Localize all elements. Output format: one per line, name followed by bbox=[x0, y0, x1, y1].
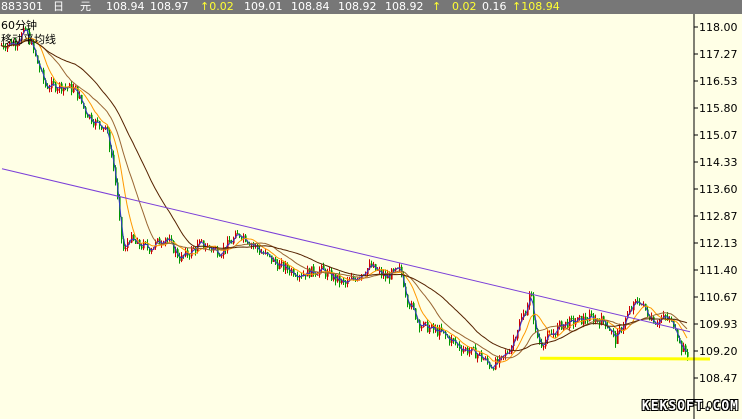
y-tick-label: 108.47 bbox=[699, 372, 738, 385]
candle-body bbox=[581, 315, 583, 325]
candle-body bbox=[237, 233, 239, 235]
candle-body bbox=[189, 255, 191, 257]
y-tick-label: 110.67 bbox=[699, 291, 738, 304]
watermark-logo: KEKSOFT.COM bbox=[641, 399, 739, 414]
candle-body bbox=[591, 313, 593, 316]
candle-body bbox=[283, 261, 285, 271]
y-tick-label: 111.40 bbox=[699, 264, 738, 277]
y-tick-label: 109.93 bbox=[699, 318, 738, 331]
timeframe-label: 60分钟 bbox=[1, 19, 37, 32]
y-tick-label: 118.00 bbox=[699, 21, 738, 34]
candle-body bbox=[231, 242, 233, 244]
candle-body bbox=[125, 248, 127, 250]
y-tick-label: 117.27 bbox=[699, 48, 738, 61]
candle-body bbox=[141, 246, 143, 249]
y-tick-label: 115.07 bbox=[699, 129, 738, 142]
candle-body bbox=[49, 88, 51, 90]
candle-body bbox=[579, 315, 581, 318]
candle-body bbox=[483, 359, 485, 361]
candle-body bbox=[421, 326, 423, 329]
candle-body bbox=[617, 330, 619, 344]
candle-body bbox=[5, 47, 7, 49]
y-tick-label: 114.33 bbox=[699, 156, 738, 169]
candle-body bbox=[565, 321, 567, 325]
price-chart: 118.00 117.27 116.53 115.80 115.07 114.33 113.… bbox=[0, 14, 742, 419]
candle-body bbox=[453, 338, 455, 341]
candle-body bbox=[53, 81, 55, 84]
y-tick-label: 116.53 bbox=[699, 75, 738, 88]
candle-body bbox=[665, 315, 667, 317]
candle-body bbox=[469, 351, 471, 354]
candle-body bbox=[465, 347, 467, 350]
y-tick-label: 112.13 bbox=[699, 237, 738, 250]
candle-body bbox=[571, 317, 573, 319]
indicator-label: 移动平均线 bbox=[1, 33, 56, 46]
candle-body bbox=[559, 321, 561, 326]
candle-body bbox=[543, 346, 545, 348]
candle-body bbox=[279, 263, 281, 270]
y-tick-label: 113.60 bbox=[699, 183, 738, 196]
candle-body bbox=[587, 320, 589, 322]
chart-info: 60分钟 移动平均线 bbox=[1, 19, 56, 47]
candle-body bbox=[57, 88, 59, 91]
chart-root: 883301 日 元 108.94 108.97 ↑0.02 109.01 10… bbox=[0, 0, 742, 419]
y-tick-label: 112.87 bbox=[699, 210, 738, 223]
candle-body bbox=[97, 120, 99, 122]
candle-body bbox=[615, 332, 617, 344]
candle-body bbox=[479, 352, 481, 355]
support-line bbox=[539, 356, 711, 361]
y-tick-label: 115.80 bbox=[699, 102, 738, 115]
candle-body bbox=[131, 234, 133, 243]
candle-body bbox=[219, 255, 221, 257]
candle-body bbox=[425, 322, 427, 324]
candle-body bbox=[687, 352, 689, 357]
candle-body bbox=[437, 327, 439, 336]
y-tick-label: 109.20 bbox=[699, 345, 738, 358]
candle-body bbox=[281, 261, 283, 264]
